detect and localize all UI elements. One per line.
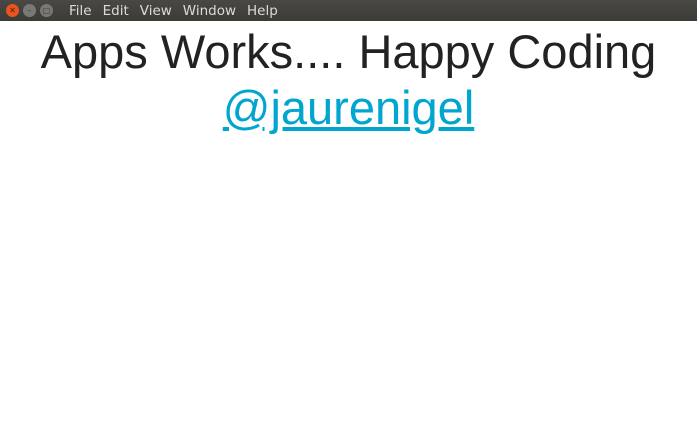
title-bar: ✕ – □ File Edit View Window Help <box>0 0 697 21</box>
menu-file[interactable]: File <box>69 3 92 19</box>
heading: Apps Works.... Happy Coding <box>40 25 657 78</box>
menu-help[interactable]: Help <box>247 3 278 19</box>
menu-bar: File Edit View Window Help <box>69 3 289 19</box>
menu-edit[interactable]: Edit <box>103 3 129 19</box>
menu-window[interactable]: Window <box>183 3 236 19</box>
maximize-button[interactable]: □ <box>40 4 53 17</box>
close-button[interactable]: ✕ <box>6 4 19 17</box>
menu-view[interactable]: View <box>140 3 172 19</box>
minimize-button[interactable]: – <box>23 4 36 17</box>
author-link[interactable]: @jaurenigel <box>223 81 475 134</box>
content: Apps Works.... Happy Coding @jaurenigel <box>0 26 697 138</box>
